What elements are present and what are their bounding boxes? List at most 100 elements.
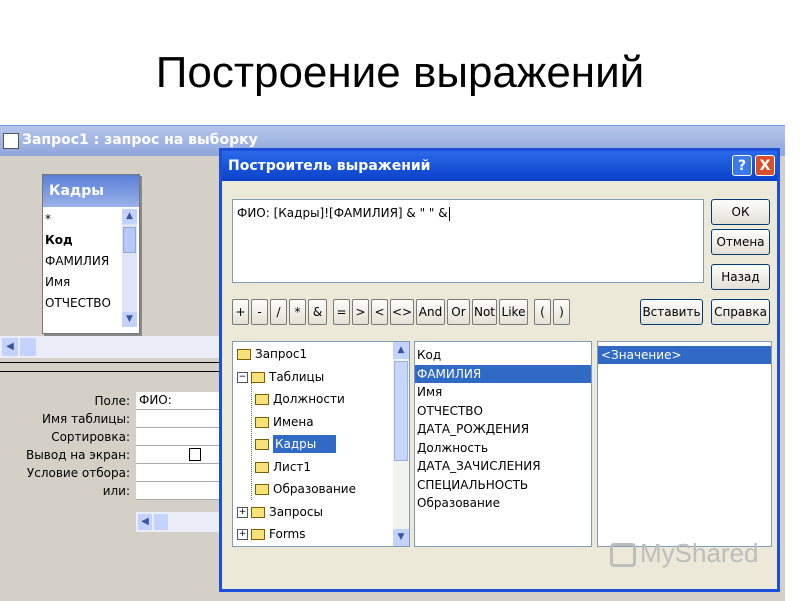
operator-button[interactable]: > <box>352 299 369 325</box>
tree-item-label: Должности <box>273 392 345 406</box>
scroll-thumb[interactable] <box>123 227 136 253</box>
table-field-list[interactable]: * Код ФАМИЛИЯ Имя ОТЧЕСТВО <box>45 209 121 314</box>
grid-cell[interactable] <box>136 464 220 482</box>
expander-icon[interactable]: − <box>237 371 248 383</box>
folder-icon <box>251 506 265 518</box>
grid-row-label: Условие отбора: <box>26 466 130 480</box>
tree-item[interactable]: Кадры <box>255 434 337 455</box>
grid-cell[interactable] <box>136 446 220 464</box>
watermark: MyShared <box>610 538 759 569</box>
field-item[interactable]: Образование <box>415 494 591 513</box>
tree-item-label: Кадры <box>273 435 337 453</box>
scroll-up-icon[interactable]: ▲ <box>122 209 137 224</box>
tree-item[interactable]: Запрос1 <box>237 344 307 365</box>
value-item[interactable]: <Значение> <box>598 346 771 364</box>
cancel-button[interactable]: Отмена <box>711 229 770 255</box>
table-pane-hscroll[interactable]: ◀ <box>0 336 220 358</box>
dialog-title: Построитель выражений <box>228 158 431 174</box>
operator-button[interactable]: Or <box>447 299 470 325</box>
operator-button[interactable]: And <box>416 299 445 325</box>
tree-item-label: Образование <box>273 482 356 496</box>
table-field-item[interactable]: Код <box>45 230 121 251</box>
tree-item[interactable]: − Таблицы <box>237 367 324 388</box>
operator-button[interactable]: * <box>289 299 306 325</box>
field-item[interactable]: ДАТА_ЗАЧИСЛЕНИЯ <box>415 457 591 476</box>
scroll-thumb[interactable] <box>154 514 168 530</box>
tree-item-label: Таблицы <box>269 369 325 384</box>
value-list[interactable]: <Значение> <box>597 341 772 547</box>
operator-button[interactable]: ( <box>534 299 551 325</box>
table-field-item[interactable]: * <box>45 209 121 230</box>
field-item[interactable]: ОТЧЕСТВО <box>415 402 591 421</box>
operator-button[interactable]: Not <box>472 299 497 325</box>
tree-item[interactable]: Образование <box>255 479 356 500</box>
field-item[interactable]: ФАМИЛИЯ <box>415 364 591 383</box>
scroll-down-icon[interactable]: ▼ <box>122 312 137 327</box>
operator-button[interactable]: + <box>232 299 249 325</box>
grid-row-label: Сортировка: <box>51 430 130 444</box>
help-icon[interactable]: ? <box>732 155 752 176</box>
tree-item-label: Forms <box>269 527 306 541</box>
operator-button[interactable]: / <box>270 299 287 325</box>
table-box-scrollbar[interactable]: ▲ ▼ <box>122 209 137 327</box>
watermark-logo-icon <box>610 543 636 568</box>
operator-button[interactable]: & <box>308 299 327 325</box>
paste-button[interactable]: Вставить <box>640 299 703 325</box>
field-item[interactable]: Код <box>415 346 591 365</box>
ok-button[interactable]: ОК <box>711 199 770 225</box>
scroll-thumb[interactable] <box>394 361 408 461</box>
operator-button[interactable]: < <box>371 299 388 325</box>
design-grid-hscroll[interactable]: ◀ <box>136 512 220 532</box>
tree-item[interactable]: + Forms <box>237 524 305 545</box>
field-list[interactable]: Код ФАМИЛИЯ Имя ОТЧЕСТВО ДАТА_РОЖДЕНИЯ Должно… <box>414 341 592 547</box>
scroll-left-icon[interactable]: ◀ <box>138 514 152 530</box>
field-item[interactable]: Имя <box>415 383 591 402</box>
design-grid-labels: Поле: Имя таблицы: Сортировка: Вывод на экр… <box>0 392 134 500</box>
tree-item[interactable]: Лист1 <box>255 457 311 478</box>
operator-button[interactable]: - <box>251 299 268 325</box>
field-item[interactable]: СПЕЦИАЛЬНОСТЬ <box>415 476 591 495</box>
show-checkbox[interactable] <box>189 448 201 461</box>
object-tree[interactable]: Запрос1 − Таблицы Должности Имена Кадры Лист1 О… <box>232 341 410 547</box>
expression-input[interactable]: ФИО: [Кадры]![ФАМИЛИЯ] & " " & <box>232 199 704 283</box>
scroll-left-icon[interactable]: ◀ <box>2 338 18 356</box>
grid-cell[interactable] <box>136 428 220 446</box>
operator-button[interactable]: ) <box>553 299 570 325</box>
grid-cell-field[interactable]: ФИО: <box>136 392 220 410</box>
folder-icon <box>255 484 269 495</box>
expander-icon[interactable]: + <box>237 529 248 540</box>
slide-title: Построение выражений <box>155 48 645 97</box>
folder-icon <box>255 461 269 473</box>
design-grid-column[interactable]: ФИО: <box>136 392 220 500</box>
tree-item[interactable]: Должности <box>255 389 345 410</box>
grid-cell[interactable] <box>136 482 220 500</box>
expander-icon[interactable]: + <box>237 506 248 518</box>
tree-item[interactable]: Имена <box>255 412 314 433</box>
operator-button[interactable]: <> <box>390 299 414 325</box>
grid-row-label: Вывод на экран: <box>26 448 130 462</box>
table-box-kadry[interactable]: Кадры * Код ФАМИЛИЯ Имя ОТЧЕСТВО ▲ ▼ <box>42 174 140 334</box>
table-field-item[interactable]: Имя <box>45 272 121 293</box>
close-icon[interactable]: X <box>755 155 775 176</box>
operator-button[interactable]: = <box>333 299 350 325</box>
grid-cell[interactable] <box>136 410 220 428</box>
field-item[interactable]: Должность <box>415 439 591 458</box>
tree-item[interactable]: + Запросы <box>237 502 323 523</box>
table-box-title[interactable]: Кадры <box>43 175 139 207</box>
tree-item-label: Имена <box>273 414 314 429</box>
table-field-item[interactable]: ФАМИЛИЯ <box>45 251 121 272</box>
pane-divider[interactable] <box>0 362 220 372</box>
dialog-titlebar[interactable]: Построитель выражений ? X <box>222 151 777 181</box>
field-item[interactable]: ДАТА_РОЖДЕНИЯ <box>415 420 591 439</box>
tree-item-label: Лист1 <box>273 459 312 474</box>
operator-button[interactable]: Like <box>499 299 528 325</box>
undo-button[interactable]: Назад <box>711 264 770 290</box>
scroll-thumb[interactable] <box>20 338 36 356</box>
scroll-down-icon[interactable]: ▼ <box>393 529 409 546</box>
help-button[interactable]: Справка <box>711 299 770 325</box>
grid-row-label: или: <box>102 484 130 498</box>
tree-scrollbar[interactable]: ▲ ▼ <box>393 342 409 546</box>
table-field-item[interactable]: ОТЧЕСТВО <box>45 293 121 314</box>
table-pane: Кадры * Код ФАМИЛИЯ Имя ОТЧЕСТВО ▲ ▼ <box>0 156 220 356</box>
scroll-up-icon[interactable]: ▲ <box>393 342 409 359</box>
